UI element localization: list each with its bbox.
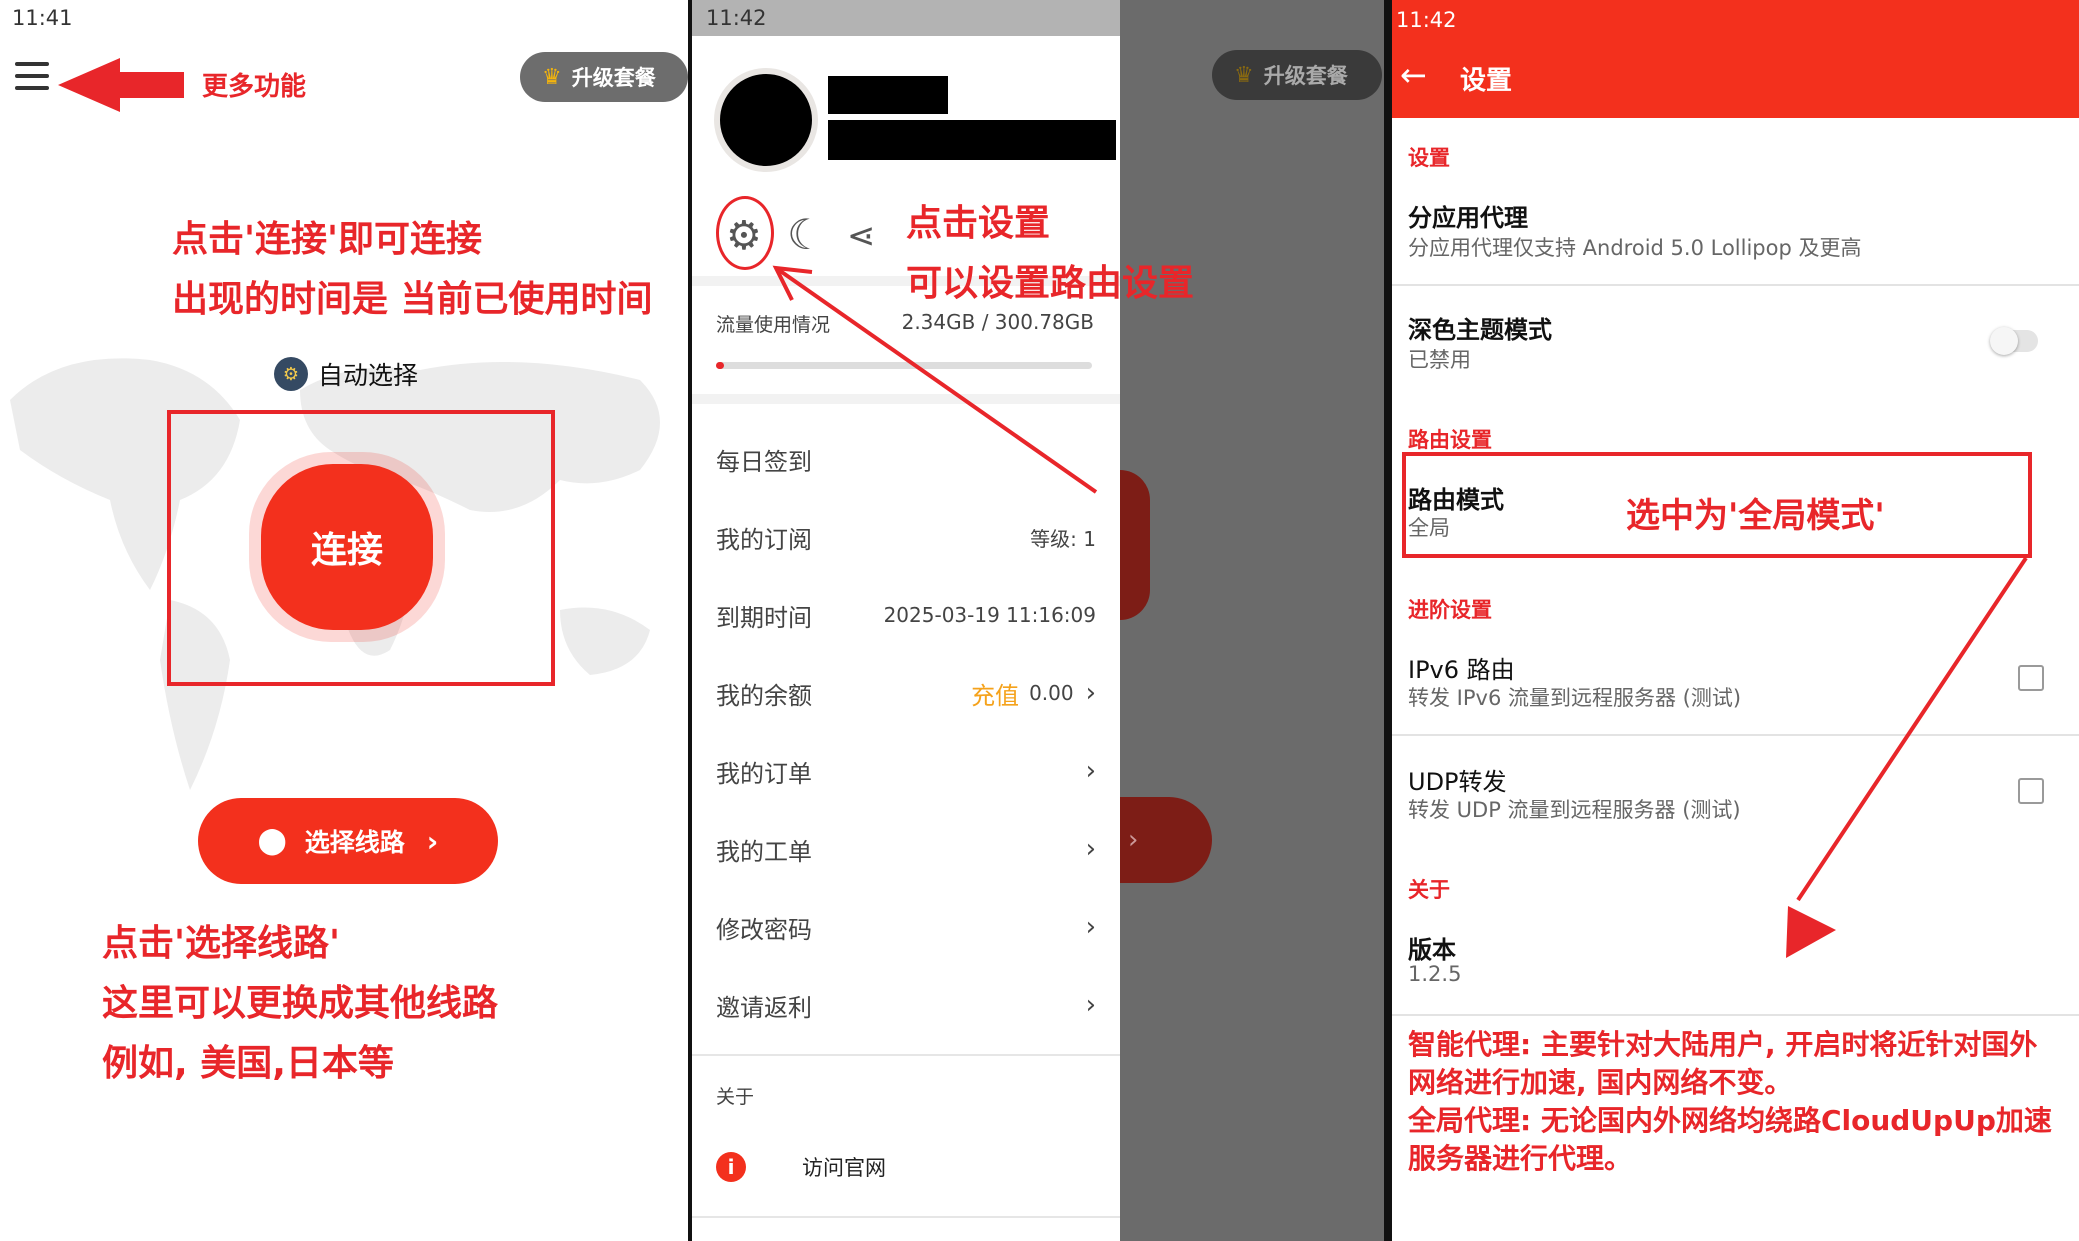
annotation-route-line1: 点击'选择线路': [102, 923, 341, 964]
annotation-arrow-to-gear: [772, 265, 1098, 494]
connect-button[interactable]: 连接: [261, 464, 433, 630]
drawer-menu-item-label: 我的订单: [716, 759, 812, 788]
note-line-1: 智能代理: 主要针对大陆用户, 开启时将近针对国外: [1408, 1028, 2038, 1061]
location-pin-icon: ⬤: [257, 826, 287, 856]
server-auto-select[interactable]: ⚙ 自动选择: [274, 356, 418, 392]
drawer-menu-item-label: 我的工单: [716, 837, 812, 866]
annotation-route-line2: 这里可以更换成其他线路: [102, 983, 499, 1024]
auto-select-icon: ⚙: [274, 357, 308, 391]
drawer-menu-item-label: 到期时间: [716, 603, 812, 632]
select-route-button[interactable]: ⬤ 选择线路 ›: [198, 798, 498, 884]
chevron-right-icon: ›: [1085, 756, 1096, 786]
select-route-label: 选择线路: [304, 828, 405, 857]
annotation-arrow-left: [58, 58, 184, 112]
info-icon: i: [716, 1152, 746, 1182]
bg-route-button: ›: [1120, 797, 1212, 883]
panel-border: [688, 0, 692, 1241]
chevron-right-icon: ›: [1085, 678, 1096, 708]
drawer-menu-item-value: 0.00: [1029, 681, 1074, 705]
drawer-menu-item[interactable]: 修改密码 ›: [692, 888, 1120, 966]
annotation-connect-line1: 点击'连接'即可连接: [172, 219, 483, 260]
drawer-menu-item-label: 我的余额: [716, 681, 812, 710]
divider: [1388, 1014, 2079, 1016]
chevron-right-icon: ›: [1085, 834, 1096, 864]
crown-icon: ♛: [542, 64, 562, 90]
drawer-menu-item[interactable]: 我的余额 充值 0.00 ›: [692, 654, 1120, 732]
drawer-menu-item[interactable]: 我的工单 ›: [692, 810, 1120, 888]
recharge-link[interactable]: 充值: [971, 676, 1019, 711]
chevron-right-icon: ›: [1085, 990, 1096, 1020]
drawer-menu-item[interactable]: 邀请返利 ›: [692, 966, 1120, 1044]
chevron-right-icon: ›: [426, 824, 439, 858]
upgrade-plan-button[interactable]: ♛ 升级套餐: [520, 52, 688, 102]
drawer-menu-item-label: 邀请返利: [716, 993, 812, 1022]
annotation-more-features: 更多功能: [202, 72, 307, 102]
note-line-4: 服务器进行代理。: [1408, 1142, 1633, 1175]
visit-website-label: 访问官网: [802, 1156, 886, 1180]
note-line-2: 网络进行加速, 国内网络不变。: [1408, 1066, 1793, 1099]
drawer-menu-item-value: 2025-03-19 11:16:09: [883, 603, 1096, 627]
note-line-3: 全局代理: 无论国内外网络均绕路CloudUpUp加速: [1408, 1104, 2052, 1137]
hamburger-menu-icon[interactable]: [15, 62, 49, 92]
drawer-menu-item-label: 我的订阅: [716, 525, 812, 554]
annotation-connect-line2: 出现的时间是 当前已使用时间: [172, 279, 653, 320]
chevron-right-icon: ›: [1085, 912, 1096, 942]
settings-screen: 11:42 ← 设置 设置 分应用代理 分应用代理仅支持 Android 5.0…: [1388, 0, 2079, 1241]
divider: [692, 1054, 1120, 1056]
upgrade-label: 升级套餐: [571, 66, 656, 90]
status-bar-time: 11:41: [12, 6, 73, 30]
drawer-menu-item-value: 等级: 1: [1030, 526, 1096, 551]
auto-select-label: 自动选择: [318, 361, 419, 390]
panel-border: [1388, 0, 1392, 1241]
annotation-arrow-down: [1786, 556, 2028, 958]
annotation-route-line3: 例如, 美国,日本等: [102, 1043, 394, 1084]
drawer-menu-item[interactable]: 到期时间 2025-03-19 11:16:09: [692, 576, 1120, 654]
drawer-menu-item[interactable]: 我的订单 ›: [692, 732, 1120, 810]
home-screen: 11:41 更多功能 ♛ 升级套餐 点击'连接'即可连接 出现的时间是 当前已使…: [0, 0, 688, 1241]
drawer-menu-item-label: 修改密码: [716, 915, 812, 944]
proxy-mode-note: 智能代理: 主要针对大陆用户, 开启时将近针对国外 网络进行加速, 国内网络不变…: [1408, 1026, 2078, 1178]
visit-website-item[interactable]: i 访问官网: [716, 1152, 886, 1182]
about-section-label: 关于: [716, 1086, 755, 1108]
drawer-screen: ♛ 升级套餐 › 11:42 ⚙ ☾ ⋖ 流量使用情况 2.34GB / 300…: [688, 0, 1388, 1241]
divider: [692, 1216, 1120, 1218]
